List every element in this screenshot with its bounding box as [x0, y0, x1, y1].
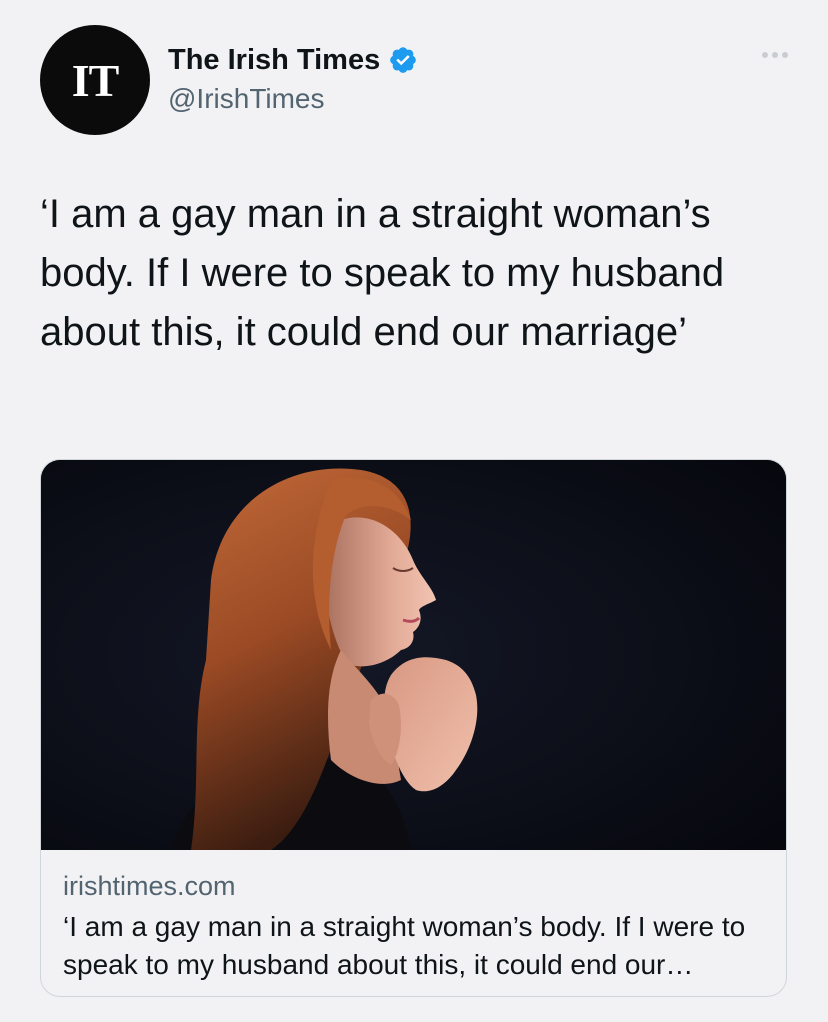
avatar-logo-text: IT	[71, 54, 120, 106]
verified-badge-icon	[388, 45, 418, 75]
tweet[interactable]: IT The Irish Times @IrishTimes ‘I am a g…	[0, 0, 828, 1022]
user-handle[interactable]: @IrishTimes	[168, 83, 418, 115]
tweet-header: IT The Irish Times @IrishTimes	[40, 25, 418, 135]
display-name[interactable]: The Irish Times	[168, 43, 380, 77]
more-options-icon[interactable]	[762, 52, 788, 58]
card-meta[interactable]: irishtimes.com ‘I am a gay man in a stra…	[41, 850, 786, 984]
avatar[interactable]: IT	[40, 25, 150, 135]
author-info: The Irish Times @IrishTimes	[168, 43, 418, 115]
dot	[782, 52, 788, 58]
card-domain: irishtimes.com	[63, 871, 236, 901]
dot	[762, 52, 768, 58]
dot	[772, 52, 778, 58]
link-card[interactable]: irishtimes.com ‘I am a gay man in a stra…	[40, 459, 787, 997]
card-image[interactable]	[41, 460, 786, 850]
woman-praying-photo	[41, 460, 786, 850]
name-row: The Irish Times	[168, 43, 418, 77]
card-title: ‘I am a gay man in a straight woman’s bo…	[63, 911, 746, 980]
tweet-text: ‘I am a gay man in a straight woman’s bo…	[40, 192, 725, 354]
